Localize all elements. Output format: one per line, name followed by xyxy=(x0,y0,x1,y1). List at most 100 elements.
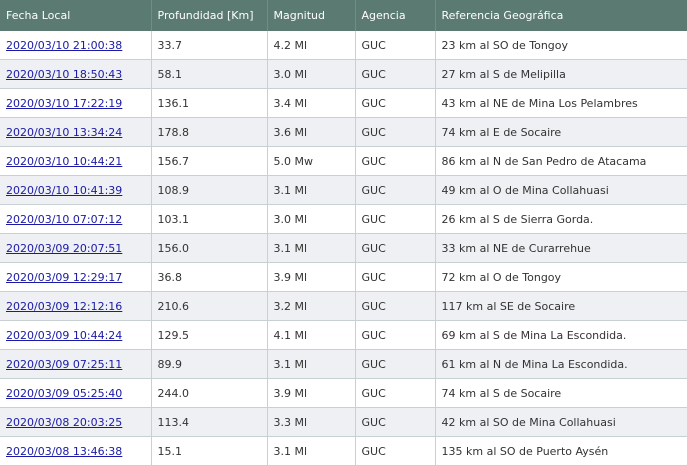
table-row: 2020/03/08 20:03:25 113.4 3.3 Ml GUC 42 km a… xyxy=(0,407,687,437)
cell-magnitud: 3.3 Ml xyxy=(267,407,356,437)
table-row: 2020/03/10 07:07:12 103.1 3.0 Ml GUC 26 km a… xyxy=(0,204,687,234)
event-date-link[interactable]: 2020/03/10 10:44:21 xyxy=(6,155,122,168)
cell-fecha-local: 2020/03/10 10:41:39 xyxy=(0,175,152,205)
cell-agencia: GUC xyxy=(355,117,436,147)
cell-referencia-geografica: 23 km al SO de Tongoy xyxy=(435,31,687,60)
table-row: 2020/03/10 18:50:43 58.1 3.0 Ml GUC 27 km al… xyxy=(0,59,687,89)
cell-magnitud: 4.2 Ml xyxy=(267,31,356,60)
cell-profundidad: 113.4 xyxy=(151,407,268,437)
table-row: 2020/03/09 07:25:11 89.9 3.1 Ml GUC 61 km al… xyxy=(0,349,687,379)
cell-profundidad: 33.7 xyxy=(151,31,268,60)
event-date-link[interactable]: 2020/03/09 12:12:16 xyxy=(6,300,122,313)
cell-magnitud: 3.9 Ml xyxy=(267,378,356,408)
cell-agencia: GUC xyxy=(355,204,436,234)
event-date-link[interactable]: 2020/03/09 05:25:40 xyxy=(6,387,122,400)
cell-agencia: GUC xyxy=(355,378,436,408)
table-header-row: Fecha Local Profundidad [Km] Magnitud Ag… xyxy=(0,0,687,31)
cell-fecha-local: 2020/03/10 21:00:38 xyxy=(0,31,152,60)
cell-fecha-local: 2020/03/10 10:44:21 xyxy=(0,146,152,176)
cell-profundidad: 36.8 xyxy=(151,262,268,292)
cell-magnitud: 3.1 Ml xyxy=(267,175,356,205)
cell-magnitud: 3.4 Ml xyxy=(267,88,356,118)
cell-profundidad: 244.0 xyxy=(151,378,268,408)
cell-referencia-geografica: 74 km al S de Socaire xyxy=(435,378,687,408)
event-date-link[interactable]: 2020/03/10 07:07:12 xyxy=(6,213,122,226)
cell-agencia: GUC xyxy=(355,291,436,321)
cell-referencia-geografica: 72 km al O de Tongoy xyxy=(435,262,687,292)
cell-magnitud: 4.1 Ml xyxy=(267,320,356,350)
cell-magnitud: 5.0 Mw xyxy=(267,146,356,176)
header-profundidad: Profundidad [Km] xyxy=(151,0,268,31)
cell-agencia: GUC xyxy=(355,88,436,118)
cell-profundidad: 136.1 xyxy=(151,88,268,118)
cell-referencia-geografica: 69 km al S de Mina La Escondida. xyxy=(435,320,687,350)
cell-fecha-local: 2020/03/10 18:50:43 xyxy=(0,59,152,89)
event-date-link[interactable]: 2020/03/10 18:50:43 xyxy=(6,68,122,81)
event-date-link[interactable]: 2020/03/10 21:00:38 xyxy=(6,39,122,52)
cell-profundidad: 210.6 xyxy=(151,291,268,321)
cell-profundidad: 156.0 xyxy=(151,233,268,263)
cell-agencia: GUC xyxy=(355,262,436,292)
cell-referencia-geografica: 86 km al N de San Pedro de Atacama xyxy=(435,146,687,176)
cell-profundidad: 108.9 xyxy=(151,175,268,205)
cell-magnitud: 3.0 Ml xyxy=(267,59,356,89)
cell-agencia: GUC xyxy=(355,175,436,205)
cell-fecha-local: 2020/03/09 20:07:51 xyxy=(0,233,152,263)
cell-agencia: GUC xyxy=(355,233,436,263)
cell-referencia-geografica: 61 km al N de Mina La Escondida. xyxy=(435,349,687,379)
event-date-link[interactable]: 2020/03/09 20:07:51 xyxy=(6,242,122,255)
cell-referencia-geografica: 43 km al NE de Mina Los Pelambres xyxy=(435,88,687,118)
table-row: 2020/03/10 17:22:19 136.1 3.4 Ml GUC 43 km a… xyxy=(0,88,687,118)
event-date-link[interactable]: 2020/03/10 17:22:19 xyxy=(6,97,122,110)
header-magnitud: Magnitud xyxy=(267,0,356,31)
cell-profundidad: 89.9 xyxy=(151,349,268,379)
cell-fecha-local: 2020/03/09 12:29:17 xyxy=(0,262,152,292)
event-date-link[interactable]: 2020/03/08 20:03:25 xyxy=(6,416,122,429)
cell-agencia: GUC xyxy=(355,436,436,466)
cell-fecha-local: 2020/03/08 13:46:38 xyxy=(0,436,152,466)
cell-magnitud: 3.9 Ml xyxy=(267,262,356,292)
cell-magnitud: 3.1 Ml xyxy=(267,233,356,263)
table-row: 2020/03/10 13:34:24 178.8 3.6 Ml GUC 74 km a… xyxy=(0,117,687,147)
cell-magnitud: 3.1 Ml xyxy=(267,349,356,379)
header-fecha-local: Fecha Local xyxy=(0,0,152,31)
table-row: 2020/03/10 10:44:21 156.7 5.0 Mw GUC 86 km a… xyxy=(0,146,687,176)
header-agencia: Agencia xyxy=(355,0,436,31)
event-date-link[interactable]: 2020/03/09 10:44:24 xyxy=(6,329,122,342)
cell-referencia-geografica: 74 km al E de Socaire xyxy=(435,117,687,147)
cell-agencia: GUC xyxy=(355,59,436,89)
event-date-link[interactable]: 2020/03/10 10:41:39 xyxy=(6,184,122,197)
cell-agencia: GUC xyxy=(355,349,436,379)
cell-fecha-local: 2020/03/10 13:34:24 xyxy=(0,117,152,147)
table-row: 2020/03/08 13:46:38 15.1 3.1 Ml GUC 135 km a… xyxy=(0,436,687,466)
cell-referencia-geografica: 42 km al SO de Mina Collahuasi xyxy=(435,407,687,437)
table-row: 2020/03/09 05:25:40 244.0 3.9 Ml GUC 74 km a… xyxy=(0,378,687,408)
cell-magnitud: 3.0 Ml xyxy=(267,204,356,234)
cell-referencia-geografica: 26 km al S de Sierra Gorda. xyxy=(435,204,687,234)
cell-magnitud: 3.6 Ml xyxy=(267,117,356,147)
table-row: 2020/03/09 12:12:16 210.6 3.2 Ml GUC 117 km … xyxy=(0,291,687,321)
earthquake-table: Fecha Local Profundidad [Km] Magnitud Ag… xyxy=(0,0,687,466)
cell-referencia-geografica: 135 km al SO de Puerto Aysén xyxy=(435,436,687,466)
cell-agencia: GUC xyxy=(355,407,436,437)
table-row: 2020/03/10 21:00:38 33.7 4.2 Ml GUC 23 km al… xyxy=(0,31,687,60)
cell-profundidad: 103.1 xyxy=(151,204,268,234)
cell-agencia: GUC xyxy=(355,146,436,176)
event-date-link[interactable]: 2020/03/09 07:25:11 xyxy=(6,358,122,371)
cell-fecha-local: 2020/03/09 05:25:40 xyxy=(0,378,152,408)
event-date-link[interactable]: 2020/03/10 13:34:24 xyxy=(6,126,122,139)
cell-referencia-geografica: 49 km al O de Mina Collahuasi xyxy=(435,175,687,205)
event-date-link[interactable]: 2020/03/08 13:46:38 xyxy=(6,445,122,458)
table-row: 2020/03/09 10:44:24 129.5 4.1 Ml GUC 69 km a… xyxy=(0,320,687,350)
cell-magnitud: 3.1 Ml xyxy=(267,436,356,466)
cell-referencia-geografica: 117 km al SE de Socaire xyxy=(435,291,687,321)
cell-fecha-local: 2020/03/09 12:12:16 xyxy=(0,291,152,321)
cell-fecha-local: 2020/03/10 07:07:12 xyxy=(0,204,152,234)
cell-magnitud: 3.2 Ml xyxy=(267,291,356,321)
event-date-link[interactable]: 2020/03/09 12:29:17 xyxy=(6,271,122,284)
cell-referencia-geografica: 33 km al NE de Curarrehue xyxy=(435,233,687,263)
header-referencia-geografica: Referencia Geográfica xyxy=(435,0,687,31)
table-row: 2020/03/10 10:41:39 108.9 3.1 Ml GUC 49 km a… xyxy=(0,175,687,205)
table-row: 2020/03/09 12:29:17 36.8 3.9 Ml GUC 72 km al… xyxy=(0,262,687,292)
cell-profundidad: 129.5 xyxy=(151,320,268,350)
